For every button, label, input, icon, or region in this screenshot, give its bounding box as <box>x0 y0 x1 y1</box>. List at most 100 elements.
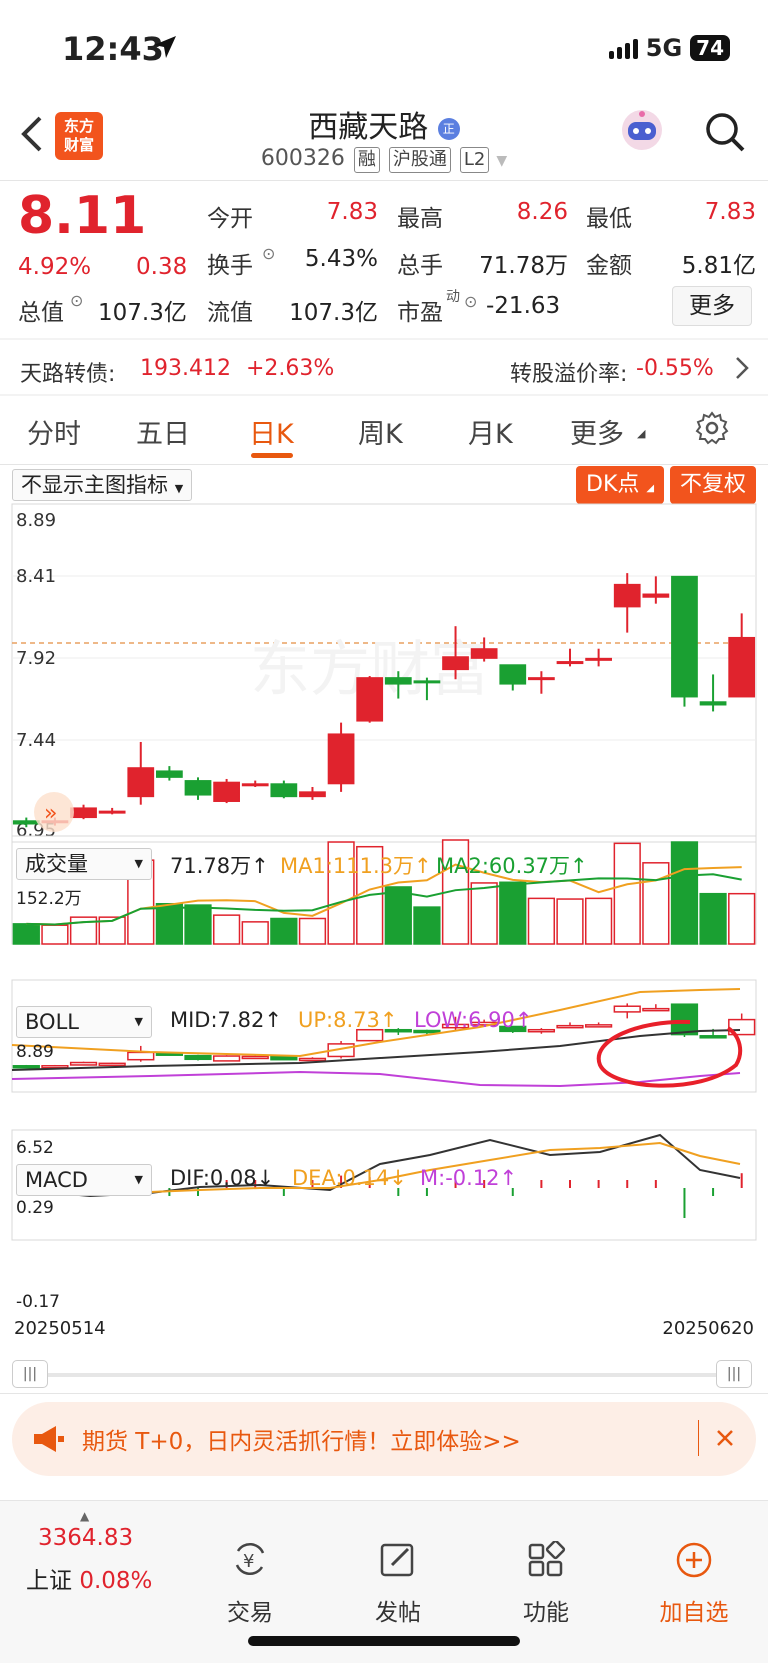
high-label: 最高 <box>397 206 443 232</box>
volume-value: 71.78万 <box>479 253 568 279</box>
volume-bar <box>384 886 412 945</box>
stock-chart-area[interactable]: 东方财富 8.89 8.41 7.92 7.44 6.95 » <box>0 500 768 1340</box>
volume-max-label: 152.2万 <box>16 889 82 909</box>
stock-code: 600326 <box>260 146 345 171</box>
amount-value: 5.81亿 <box>681 253 756 279</box>
tab-more[interactable]: 更多 <box>570 412 624 451</box>
kline-y-label: 7.44 <box>16 730 56 751</box>
boll-low: LOW:6.90↑ <box>414 1008 533 1032</box>
nav-post[interactable]: 发帖 <box>348 1541 448 1627</box>
close-icon[interactable] <box>712 1420 738 1460</box>
mktcap-value: 107.3亿 <box>98 300 187 326</box>
candle-body <box>70 807 97 819</box>
candle-body <box>470 648 498 659</box>
volume-bar <box>241 921 269 945</box>
gear-icon[interactable] <box>694 410 730 450</box>
range-handle-right[interactable]: ||| <box>716 1360 752 1388</box>
info-icon[interactable]: ⊙ <box>262 244 275 263</box>
kline-y-label: 8.41 <box>16 566 56 587</box>
bond-price: 193.412 <box>140 356 231 381</box>
info-icon[interactable]: ⊙ <box>464 292 477 311</box>
index-value[interactable]: 3364.83 <box>38 1525 133 1551</box>
tab-five-day[interactable]: 五日 <box>136 412 190 451</box>
range-handle-left[interactable]: ||| <box>12 1360 48 1388</box>
last-price: 8.11 <box>18 186 147 246</box>
candle-body <box>613 583 641 608</box>
boll-mid: MID:7.82↑ <box>170 1008 282 1032</box>
volume-bar <box>556 898 584 945</box>
boll-up: UP:8.73↑ <box>298 1008 398 1032</box>
candle-body <box>642 593 670 598</box>
info-icon[interactable]: ⊙ <box>70 291 83 310</box>
svg-text:»: » <box>44 801 57 826</box>
search-icon[interactable] <box>703 110 747 154</box>
zheng-badge-icon: 正 <box>437 117 460 140</box>
edit-icon <box>348 1541 448 1587</box>
candle-body <box>528 677 555 681</box>
chevron-right-icon[interactable] <box>734 354 750 386</box>
volume-bar <box>613 842 641 945</box>
end-date: 20250620 <box>662 1318 754 1339</box>
macd-indicator-select[interactable]: MACD ▼ <box>16 1164 152 1196</box>
dk-point-button[interactable]: DK点 ◢ <box>576 466 665 504</box>
main-indicator-select[interactable]: 不显示主图指标 ▼ <box>12 469 193 501</box>
boll-candle-body <box>584 1024 613 1028</box>
tab-intraday[interactable]: 分时 <box>27 412 81 451</box>
apps-grid-icon <box>496 1539 596 1587</box>
tab-daily-k[interactable]: 日K <box>249 412 294 451</box>
boll-candle-body <box>642 1007 670 1012</box>
pe-value: -21.63 <box>486 293 561 319</box>
low-label: 最低 <box>586 206 632 232</box>
volume-indicator-select[interactable]: 成交量 ▼ <box>16 848 152 880</box>
volume-bar <box>527 897 556 945</box>
candle-body <box>213 781 240 802</box>
float-value: 107.3亿 <box>289 300 378 326</box>
volume-label: 总手 <box>397 253 443 279</box>
macd-dif: DIF:0.08↓ <box>170 1166 275 1190</box>
bond-name[interactable]: 天路转债: <box>20 356 115 388</box>
range-scrollbar-track[interactable] <box>30 1373 738 1377</box>
boll-candle-body <box>298 1057 327 1062</box>
boll-candle-body <box>556 1024 584 1029</box>
mktcap-label: 总值 <box>18 300 64 326</box>
nav-functions[interactable]: 功能 <box>496 1539 596 1627</box>
nav-add-watchlist[interactable]: 加自选 <box>644 1541 744 1627</box>
volume-bar <box>270 917 298 945</box>
turnover-value: 5.43% <box>304 246 378 272</box>
index-row[interactable]: 上证 0.08% <box>26 1561 152 1595</box>
premium-value: -0.55% <box>636 356 714 381</box>
bond-change: +2.63% <box>246 356 335 381</box>
volume-bar <box>699 892 727 945</box>
start-date: 20250514 <box>14 1318 106 1339</box>
stock-header: 东方 财富 西藏天路 正 600326 融 沪股通 L2 ▼ <box>0 100 768 180</box>
candle-body <box>270 783 298 798</box>
macd-dea: DEA:0.14↓ <box>292 1166 407 1190</box>
volume-value: 71.78万↑ <box>170 854 269 878</box>
svg-text:¥: ¥ <box>243 1551 254 1572</box>
boll-candle-body <box>98 1062 126 1067</box>
boll-candle-body <box>670 1003 699 1036</box>
boll-candle-body <box>12 1065 40 1069</box>
promo-banner[interactable]: 期货 T+0，日内灵活抓行情！立即体验>> <box>12 1402 756 1476</box>
volume-bar <box>470 882 498 945</box>
more-button[interactable]: 更多 <box>672 286 752 326</box>
volume-bar <box>728 892 756 945</box>
candle-body <box>241 783 269 787</box>
yuan-cycle-icon: ¥ <box>200 1541 300 1587</box>
adjust-button[interactable]: 不复权 <box>670 466 757 504</box>
divider <box>698 1420 699 1456</box>
boll-indicator-select[interactable]: BOLL ▼ <box>16 1006 152 1038</box>
tab-monthly-k[interactable]: 月K <box>468 412 513 451</box>
nav-trade[interactable]: ¥ 交易 <box>200 1541 300 1627</box>
volume-bar <box>184 904 212 945</box>
pe-superscript: 动 <box>446 289 460 305</box>
megaphone-icon <box>32 1424 66 1458</box>
tab-weekly-k[interactable]: 周K <box>358 412 403 451</box>
robot-assistant-icon[interactable] <box>618 106 666 154</box>
candle-body <box>98 810 126 814</box>
volume-ma1: MA1:111.3万↑ <box>280 854 432 878</box>
promo-text: 期货 T+0，日内灵活抓行情！立即体验>> <box>82 1429 521 1455</box>
dropdown-corner-icon: ◢ <box>637 427 646 440</box>
tag-stock-connect: 沪股通 <box>388 147 451 173</box>
candle-body <box>728 636 756 698</box>
